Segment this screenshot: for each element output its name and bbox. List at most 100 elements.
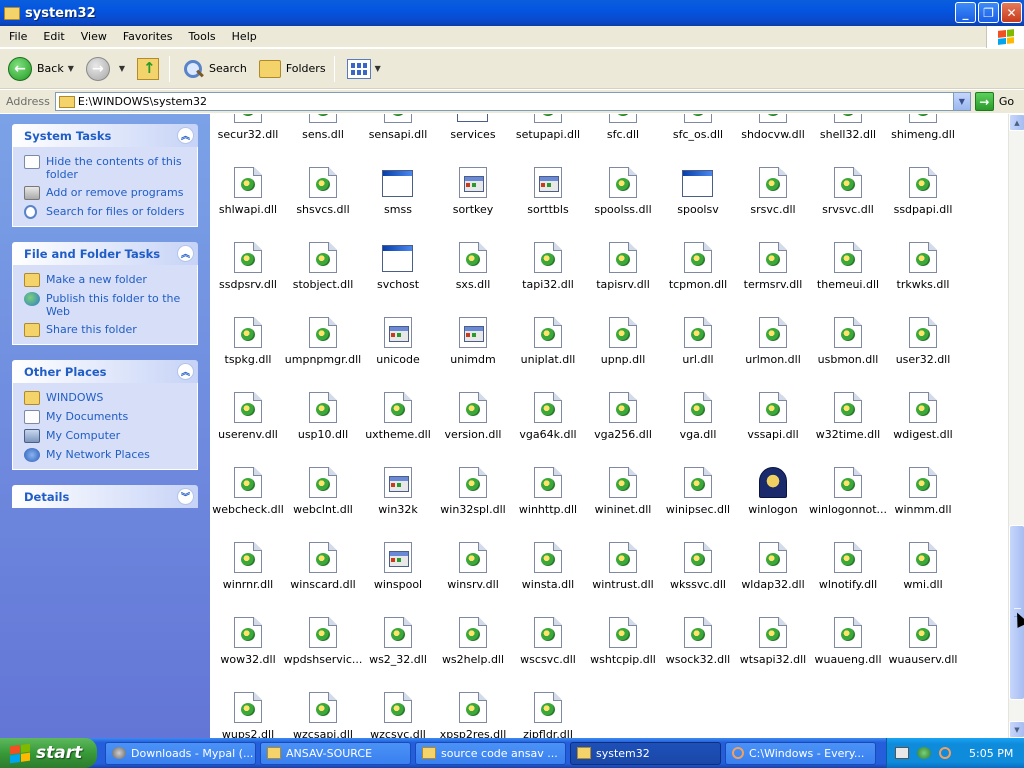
taskbar-button-source-code[interactable]: source code ansav ... (415, 741, 566, 765)
taskbar-button-system32[interactable]: system32 (570, 741, 721, 765)
file-item[interactable]: shsvcs.dll (285, 151, 361, 226)
place-my-computer[interactable]: My Computer (24, 429, 191, 443)
file-item[interactable]: wkssvc.dll (660, 526, 736, 601)
scroll-up-button[interactable]: ▲ (1009, 114, 1024, 131)
file-item[interactable]: wuaueng.dll (810, 601, 886, 676)
file-item[interactable]: tcpmon.dll (660, 226, 736, 301)
file-item[interactable]: ssdpsrv.dll (210, 226, 286, 301)
file-item[interactable]: sens.dll (285, 114, 361, 151)
file-item[interactable]: win32k (360, 451, 436, 526)
file-item[interactable]: shell32.dll (810, 114, 886, 151)
file-item[interactable]: winhttp.dll (510, 451, 586, 526)
taskbar-button-everything[interactable]: C:\Windows - Every... (725, 741, 876, 765)
maximize-button[interactable]: ❐ (978, 2, 999, 23)
file-item[interactable]: srvsvc.dll (810, 151, 886, 226)
file-item[interactable]: uniplat.dll (510, 301, 586, 376)
file-item[interactable]: sensapi.dll (360, 114, 436, 151)
task-share-folder[interactable]: Share this folder (24, 323, 191, 337)
menu-favorites[interactable]: Favorites (114, 30, 180, 43)
collapse-chevron-icon[interactable]: ︽ (177, 127, 194, 144)
file-item[interactable]: usbmon.dll (810, 301, 886, 376)
file-item[interactable]: srsvc.dll (735, 151, 811, 226)
file-item[interactable]: wsock32.dll (660, 601, 736, 676)
other-places-header[interactable]: Other Places ︽ (12, 360, 198, 383)
file-item[interactable]: user32.dll (885, 301, 961, 376)
task-publish-web[interactable]: Publish this folder to the Web (24, 292, 191, 318)
file-item[interactable]: vssapi.dll (735, 376, 811, 451)
file-item[interactable]: ws2_32.dll (360, 601, 436, 676)
file-item[interactable]: shdocvw.dll (735, 114, 811, 151)
search-tray-icon[interactable] (939, 747, 951, 759)
file-item[interactable]: uxtheme.dll (360, 376, 436, 451)
file-item[interactable]: winmm.dll (885, 451, 961, 526)
file-item[interactable]: wldap32.dll (735, 526, 811, 601)
task-add-remove-programs[interactable]: Add or remove programs (24, 186, 191, 200)
file-item[interactable]: wtsapi32.dll (735, 601, 811, 676)
file-item[interactable]: unicode (360, 301, 436, 376)
menu-file[interactable]: File (0, 30, 34, 43)
file-item[interactable]: ssdpapi.dll (885, 151, 961, 226)
file-item[interactable]: sfc_os.dll (660, 114, 736, 151)
file-item[interactable]: usp10.dll (285, 376, 361, 451)
file-item[interactable]: winlogonnot... (809, 451, 887, 526)
file-item[interactable]: themeui.dll (810, 226, 886, 301)
place-my-documents[interactable]: My Documents (24, 410, 191, 424)
file-item[interactable]: trkwks.dll (885, 226, 961, 301)
file-item[interactable]: version.dll (435, 376, 511, 451)
file-item[interactable]: wuauserv.dll (885, 601, 961, 676)
forward-dropdown-icon[interactable]: ▼ (119, 64, 125, 73)
search-button[interactable]: Search (178, 52, 251, 86)
file-item[interactable]: umpnpmgr.dll (285, 301, 361, 376)
file-item[interactable]: upnp.dll (585, 301, 661, 376)
file-item[interactable]: svchost (360, 226, 436, 301)
place-windows[interactable]: WINDOWS (24, 391, 191, 405)
file-item[interactable]: sxs.dll (435, 226, 511, 301)
file-folder-tasks-header[interactable]: File and Folder Tasks ︽ (12, 242, 198, 265)
file-item[interactable]: winsrv.dll (435, 526, 511, 601)
file-item[interactable]: wzcsvc.dll (360, 676, 436, 738)
file-item[interactable]: webclnt.dll (285, 451, 361, 526)
start-button[interactable]: start (0, 738, 97, 768)
file-item[interactable]: winlogon (735, 451, 811, 526)
menu-edit[interactable]: Edit (34, 30, 71, 43)
file-item[interactable]: smss (360, 151, 436, 226)
file-item[interactable]: shimeng.dll (885, 114, 961, 151)
go-button[interactable]: → Go (974, 92, 1014, 111)
file-item[interactable]: winspool (360, 526, 436, 601)
views-dropdown-icon[interactable]: ▼ (375, 64, 381, 73)
file-item[interactable]: wups2.dll (210, 676, 286, 738)
taskbar-button-ansav-source[interactable]: ANSAV-SOURCE (260, 741, 411, 765)
file-item[interactable]: tapisrv.dll (585, 226, 661, 301)
file-item[interactable]: urlmon.dll (735, 301, 811, 376)
file-item[interactable]: wscsvc.dll (510, 601, 586, 676)
file-item[interactable]: winipsec.dll (660, 451, 736, 526)
taskbar-button-downloads[interactable]: Downloads - Mypal (... (105, 741, 256, 765)
file-item[interactable]: wpdshservic... (284, 601, 362, 676)
file-item[interactable]: winsta.dll (510, 526, 586, 601)
menu-view[interactable]: View (72, 30, 114, 43)
file-item[interactable]: wmi.dll (885, 526, 961, 601)
file-item[interactable]: tapi32.dll (510, 226, 586, 301)
scroll-down-button[interactable]: ▼ (1009, 721, 1024, 738)
address-field[interactable]: E:\WINDOWS\system32 ▼ (54, 92, 971, 111)
file-item[interactable]: wintrust.dll (585, 526, 661, 601)
collapse-chevron-icon[interactable]: ︽ (177, 363, 194, 380)
up-folder-button[interactable] (133, 52, 165, 86)
file-item[interactable]: win32spl.dll (435, 451, 511, 526)
vertical-scrollbar[interactable]: ▲ ▼ (1008, 114, 1024, 738)
file-item[interactable]: wdigest.dll (885, 376, 961, 451)
expand-chevron-icon[interactable]: ︾ (177, 488, 194, 505)
file-item[interactable]: wshtcpip.dll (585, 601, 661, 676)
file-item[interactable]: termsrv.dll (735, 226, 811, 301)
file-item[interactable]: services (435, 114, 511, 151)
close-button[interactable]: ✕ (1001, 2, 1022, 23)
file-item[interactable]: wow32.dll (210, 601, 286, 676)
file-item[interactable]: zipfldr.dll (510, 676, 586, 738)
menu-tools[interactable]: Tools (180, 30, 223, 43)
file-item[interactable]: xpsp2res.dll (435, 676, 511, 738)
place-my-network[interactable]: My Network Places (24, 448, 191, 462)
file-item[interactable]: url.dll (660, 301, 736, 376)
file-item[interactable]: wlnotify.dll (810, 526, 886, 601)
minimize-button[interactable]: _ (955, 2, 976, 23)
task-new-folder[interactable]: Make a new folder (24, 273, 191, 287)
